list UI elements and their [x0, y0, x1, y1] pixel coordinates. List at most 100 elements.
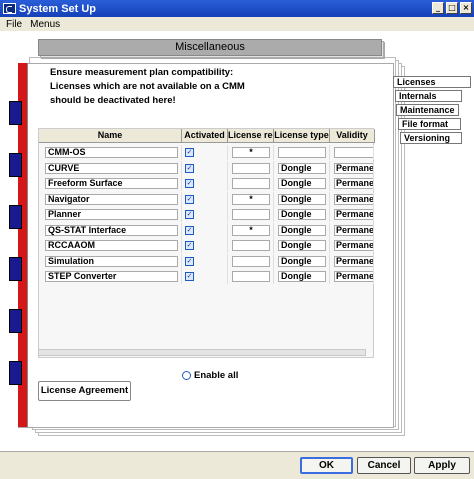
table-row[interactable]: Planner ✓ Dongle Permanent — [39, 207, 374, 222]
apply-button[interactable]: Apply — [414, 457, 470, 474]
license-required-field[interactable] — [232, 162, 270, 174]
tab-licenses[interactable]: Licenses — [393, 76, 471, 88]
name-field[interactable]: CMM-OS — [45, 147, 178, 158]
activated-checkbox[interactable]: ✓ — [185, 210, 194, 219]
menu-file[interactable]: File — [6, 19, 22, 30]
table-row[interactable]: CURVE ✓ Dongle Permanent — [39, 160, 374, 176]
validity-field[interactable] — [334, 147, 373, 158]
column-header-name[interactable]: Name — [39, 129, 182, 143]
column-header-validity[interactable]: Validity — [330, 129, 375, 143]
license-required-field[interactable]: * — [232, 147, 270, 158]
license-type-field[interactable]: Dongle — [278, 224, 326, 236]
table-row[interactable]: QS-STAT Interface ✓ * Dongle Permanent — [39, 222, 374, 238]
license-required-field[interactable]: * — [232, 224, 270, 236]
name-field[interactable]: Navigator — [45, 193, 178, 205]
cell-validity — [330, 145, 374, 160]
horizontal-scrollbar[interactable] — [38, 349, 366, 356]
cell-license-type: Dongle — [274, 222, 330, 238]
name-field[interactable]: STEP Converter — [45, 271, 178, 282]
validity-field[interactable]: Permanent — [334, 224, 373, 236]
activated-checkbox[interactable]: ✓ — [185, 194, 194, 204]
license-type-field[interactable]: Dongle — [278, 255, 326, 267]
cell-license-required: * — [228, 191, 274, 207]
validity-field[interactable]: Permanent — [334, 271, 373, 282]
activated-checkbox[interactable]: ✓ — [185, 148, 194, 157]
activated-checkbox[interactable]: ✓ — [185, 225, 194, 235]
table-row[interactable]: RCCAAOM ✓ Dongle Permanent — [39, 238, 374, 253]
cell-activated: ✓ — [182, 269, 228, 284]
close-icon[interactable]: × — [460, 2, 472, 14]
license-required-field[interactable] — [232, 209, 270, 220]
name-field[interactable]: RCCAAOM — [45, 240, 178, 251]
cell-name: Freeform Surface — [39, 176, 182, 191]
validity-field[interactable]: Permanent — [334, 162, 373, 174]
license-type-field[interactable]: Dongle — [278, 240, 326, 251]
column-header-license-type[interactable]: License type — [274, 129, 330, 143]
side-tab-marker[interactable] — [9, 101, 22, 125]
license-table: Name Activated License requ License type… — [38, 128, 375, 358]
license-required-field[interactable] — [232, 271, 270, 282]
cell-license-required — [228, 160, 274, 176]
activated-checkbox[interactable]: ✓ — [185, 272, 194, 281]
activated-checkbox[interactable]: ✓ — [185, 256, 194, 266]
license-type-field[interactable]: Dongle — [278, 193, 326, 205]
side-tab-marker[interactable] — [9, 257, 22, 281]
enable-all-radio[interactable] — [182, 371, 191, 380]
validity-field[interactable]: Permanent — [334, 178, 373, 189]
table-row[interactable]: CMM-OS ✓ * — [39, 145, 374, 160]
validity-field[interactable]: Permanent — [334, 255, 373, 267]
column-header-activated[interactable]: Activated — [182, 129, 228, 143]
table-row[interactable]: STEP Converter ✓ Dongle Permanent — [39, 269, 374, 284]
activated-checkbox[interactable]: ✓ — [185, 241, 194, 250]
side-tab-marker[interactable] — [9, 361, 22, 385]
column-header-license-required[interactable]: License requ — [228, 129, 274, 143]
cell-name: QS-STAT Interface — [39, 222, 182, 238]
cell-activated: ✓ — [182, 222, 228, 238]
side-tab-marker[interactable] — [9, 205, 22, 229]
tab-file-format[interactable]: File format — [398, 118, 461, 130]
license-required-field[interactable] — [232, 240, 270, 251]
license-agreement-button[interactable]: License Agreement — [38, 381, 131, 401]
cell-license-type: Dongle — [274, 207, 330, 222]
menu-menus[interactable]: Menus — [30, 19, 60, 30]
tab-miscellaneous[interactable]: Miscellaneous — [38, 39, 382, 56]
validity-field[interactable]: Permanent — [334, 193, 373, 205]
activated-checkbox[interactable]: ✓ — [185, 163, 194, 173]
tab-versioning[interactable]: Versioning — [400, 132, 462, 144]
name-field[interactable]: Planner — [45, 209, 178, 220]
table-row[interactable]: Navigator ✓ * Dongle Permanent — [39, 191, 374, 207]
maximize-icon[interactable]: □ — [446, 2, 458, 14]
ok-button[interactable]: OK — [300, 457, 353, 474]
cell-validity: Permanent — [330, 238, 374, 253]
enable-all-option[interactable]: Enable all — [182, 370, 238, 381]
cell-activated: ✓ — [182, 207, 228, 222]
cell-validity: Permanent — [330, 269, 374, 284]
license-required-field[interactable] — [232, 255, 270, 267]
minimize-icon[interactable]: _ — [432, 2, 444, 14]
cell-license-required — [228, 176, 274, 191]
name-field[interactable]: CURVE — [45, 162, 178, 174]
compatibility-notice: Ensure measurement plan compatibility: L… — [50, 66, 245, 108]
license-type-field[interactable]: Dongle — [278, 271, 326, 282]
name-field[interactable]: Simulation — [45, 255, 178, 267]
activated-checkbox[interactable]: ✓ — [185, 179, 194, 188]
cell-license-type: Dongle — [274, 176, 330, 191]
license-type-field[interactable]: Dongle — [278, 162, 326, 174]
side-tab-marker[interactable] — [9, 153, 22, 177]
tab-maintenance[interactable]: Maintenance — [396, 104, 459, 116]
license-type-field[interactable] — [278, 147, 326, 158]
tab-internals[interactable]: Internals — [395, 90, 462, 102]
name-field[interactable]: Freeform Surface — [45, 178, 178, 189]
cell-activated: ✓ — [182, 253, 228, 269]
cancel-button[interactable]: Cancel — [357, 457, 411, 474]
side-tab-marker[interactable] — [9, 309, 22, 333]
validity-field[interactable]: Permanent — [334, 209, 373, 220]
name-field[interactable]: QS-STAT Interface — [45, 224, 178, 236]
license-type-field[interactable]: Dongle — [278, 178, 326, 189]
license-type-field[interactable]: Dongle — [278, 209, 326, 220]
license-required-field[interactable] — [232, 178, 270, 189]
validity-field[interactable]: Permanent — [334, 240, 373, 251]
table-row[interactable]: Simulation ✓ Dongle Permanent — [39, 253, 374, 269]
table-row[interactable]: Freeform Surface ✓ Dongle Permanent — [39, 176, 374, 191]
license-required-field[interactable]: * — [232, 193, 270, 205]
